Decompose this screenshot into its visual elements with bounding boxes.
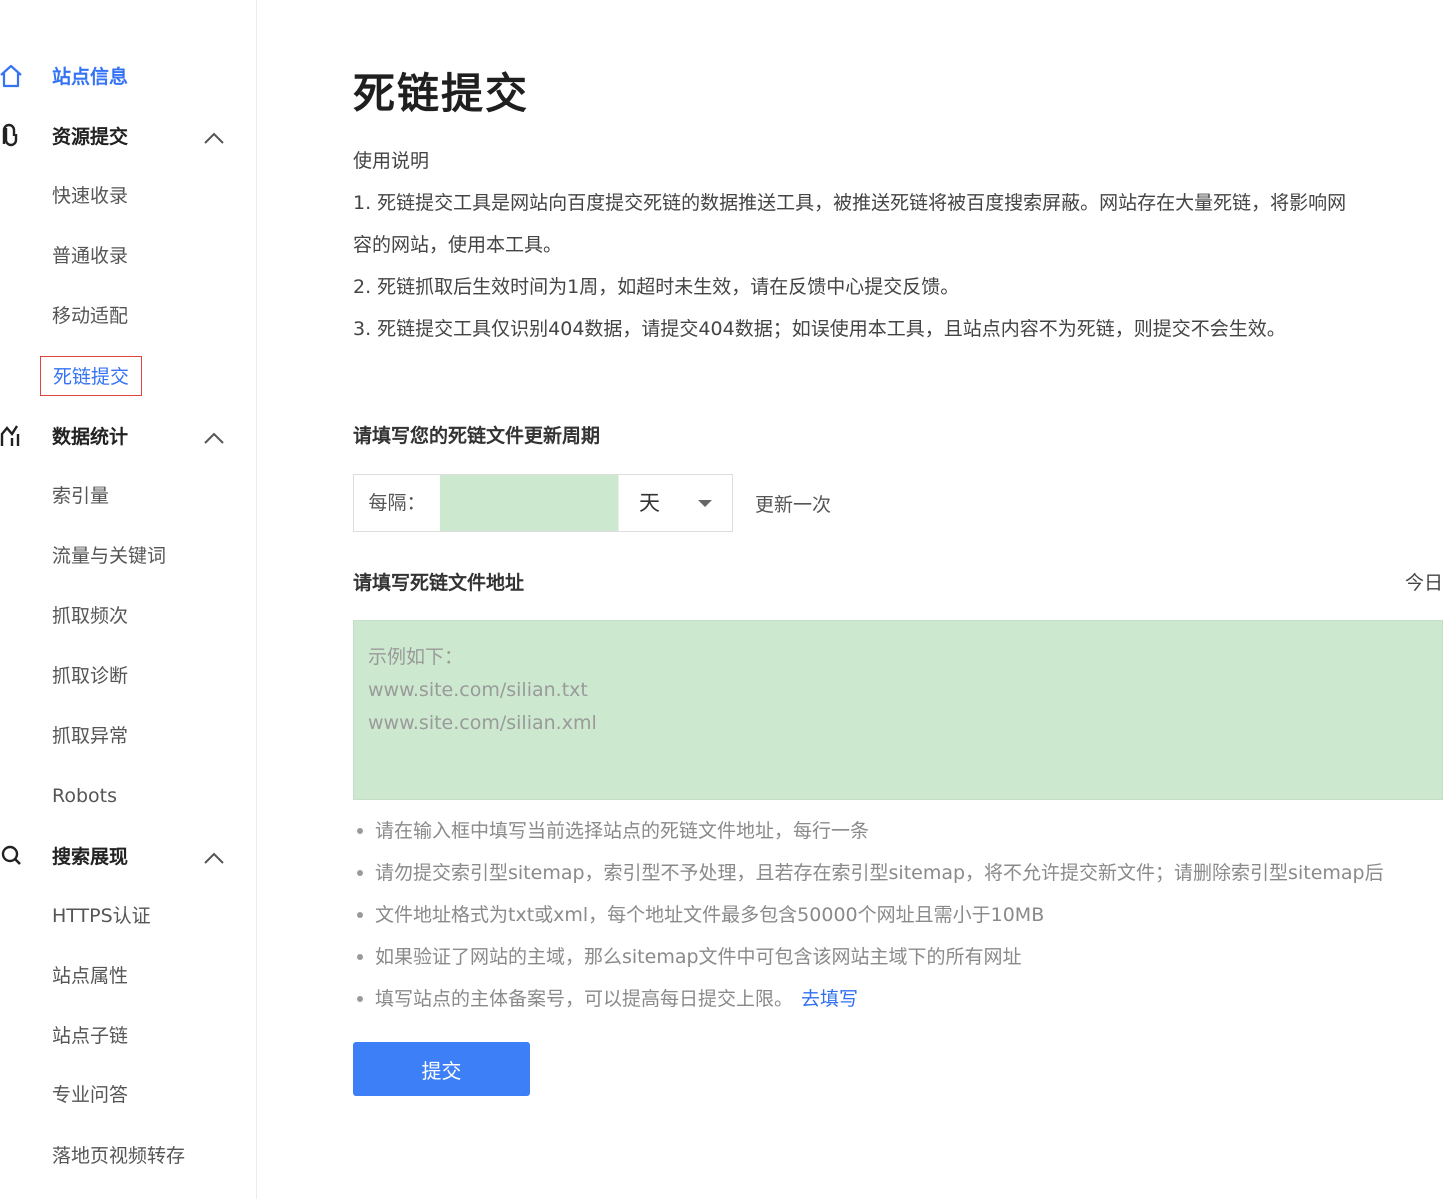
stats-chart-icon <box>0 425 20 446</box>
today-quota-label: 今日 <box>1404 572 1443 594</box>
sidebar-group-search-display[interactable]: 搜索展现 <box>52 842 128 872</box>
period-prefix: 每隔： <box>368 492 426 514</box>
usage-line: 2. 死链抓取后生效时间为1周，如超时未生效，请在反馈中心提交反馈。 <box>353 276 960 298</box>
tip-text: 填写站点的主体备案号，可以提高每日提交上限。 <box>375 988 794 1010</box>
sidebar-item-crawl-diagnosis[interactable]: 抓取诊断 <box>52 661 128 691</box>
home-icon <box>0 64 22 88</box>
bullet-icon <box>357 912 363 918</box>
sidebar-item-traffic-keywords[interactable]: 流量与关键词 <box>52 541 166 571</box>
list-item: 文件地址格式为txt或xml，每个地址文件最多包含50000个网址且需小于10M… <box>353 894 1443 936</box>
sidebar-item-mobile-adapt[interactable]: 移动适配 <box>52 301 128 331</box>
address-label: 请填写死链文件地址 <box>353 572 525 594</box>
search-display-icon <box>1 845 21 865</box>
period-suffix: 更新一次 <box>755 494 832 516</box>
sidebar-item-robots[interactable]: Robots <box>52 781 117 811</box>
main-content: 死链提交 使用说明 1. 死链提交工具是网站向百度提交死链的数据推送工具，被推送… <box>353 0 1443 1199</box>
bullet-icon <box>357 996 363 1002</box>
chevron-up-icon[interactable] <box>202 430 226 446</box>
usage-line: 3. 死链提交工具仅识别404数据，请提交404数据；如误使用本工具，且站点内容… <box>353 318 1286 340</box>
chevron-up-icon[interactable] <box>202 130 226 146</box>
sidebar-item-landing-video[interactable]: 落地页视频转存 <box>52 1141 185 1171</box>
tip-text: 如果验证了网站的主域，那么sitemap文件中可包含该网站主域下的所有网址 <box>375 946 1022 968</box>
sidebar-item-pro-qa[interactable]: 专业问答 <box>52 1080 128 1110</box>
usage-line: 1. 死链提交工具是网站向百度提交死链的数据推送工具，被推送死链将被百度搜索屏蔽… <box>353 192 1347 214</box>
sidebar-group-resource-submit[interactable]: 资源提交 <box>52 122 128 152</box>
period-label: 请填写您的死链文件更新周期 <box>353 425 601 447</box>
usage-heading: 使用说明 <box>353 150 430 172</box>
list-item: 请在输入框中填写当前选择站点的死链文件地址，每行一条 <box>353 810 1443 852</box>
page-title: 死链提交 <box>353 69 530 118</box>
period-input[interactable] <box>440 475 618 531</box>
fill-in-link[interactable]: 去填写 <box>801 988 858 1010</box>
period-unit-value: 天 <box>639 491 660 515</box>
tip-text: 文件地址格式为txt或xml，每个地址文件最多包含50000个网址且需小于10M… <box>375 904 1045 926</box>
bullet-icon <box>357 828 363 834</box>
sidebar-item-normal-index[interactable]: 普通收录 <box>52 241 128 271</box>
chevron-up-icon[interactable] <box>202 850 226 866</box>
usage-line: 容的网站，使用本工具。 <box>353 234 563 256</box>
bullet-icon <box>357 870 363 876</box>
list-item: 如果验证了网站的主域，那么sitemap文件中可包含该网站主域下的所有网址 <box>353 936 1443 978</box>
list-item: 请勿提交索引型sitemap，索引型不予处理，且若存在索引型sitemap，将不… <box>353 852 1443 894</box>
dead-link-url-textarea[interactable]: 示例如下： www.site.com/silian.txt www.site.c… <box>353 620 1443 800</box>
sidebar-item-site-info[interactable]: 站点信息 <box>52 62 128 92</box>
sidebar: 站点信息 资源提交 快速收录 普通收录 移动适配 死链提交 数据统计 索引量 流… <box>0 0 257 1199</box>
tip-text: 请在输入框中填写当前选择站点的死链文件地址，每行一条 <box>375 820 870 842</box>
sidebar-item-https-cert[interactable]: HTTPS认证 <box>52 901 151 931</box>
sidebar-item-crawl-frequency[interactable]: 抓取频次 <box>52 601 128 631</box>
bullet-icon <box>357 954 363 960</box>
sidebar-item-index-volume[interactable]: 索引量 <box>52 481 109 511</box>
tips-list: 请在输入框中填写当前选择站点的死链文件地址，每行一条 请勿提交索引型sitema… <box>353 810 1443 1020</box>
sidebar-item-fast-index[interactable]: 快速收录 <box>52 181 128 211</box>
sidebar-item-dead-link-submit[interactable]: 死链提交 <box>40 356 143 396</box>
list-item: 填写站点的主体备案号，可以提高每日提交上限。 去填写 <box>353 978 1443 1020</box>
sidebar-group-data-stats[interactable]: 数据统计 <box>52 422 128 452</box>
sidebar-item-site-attributes[interactable]: 站点属性 <box>52 961 128 991</box>
sidebar-item-crawl-errors[interactable]: 抓取异常 <box>52 721 128 751</box>
caret-down-icon <box>698 500 712 507</box>
submit-button[interactable]: 提交 <box>353 1042 530 1096</box>
period-unit-select[interactable]: 天 <box>618 475 732 531</box>
period-field-group: 每隔： 天 <box>353 474 733 532</box>
sidebar-item-site-sublinks[interactable]: 站点子链 <box>52 1021 128 1051</box>
link-icon <box>2 123 18 147</box>
tip-text: 请勿提交索引型sitemap，索引型不予处理，且若存在索引型sitemap，将不… <box>375 862 1384 884</box>
